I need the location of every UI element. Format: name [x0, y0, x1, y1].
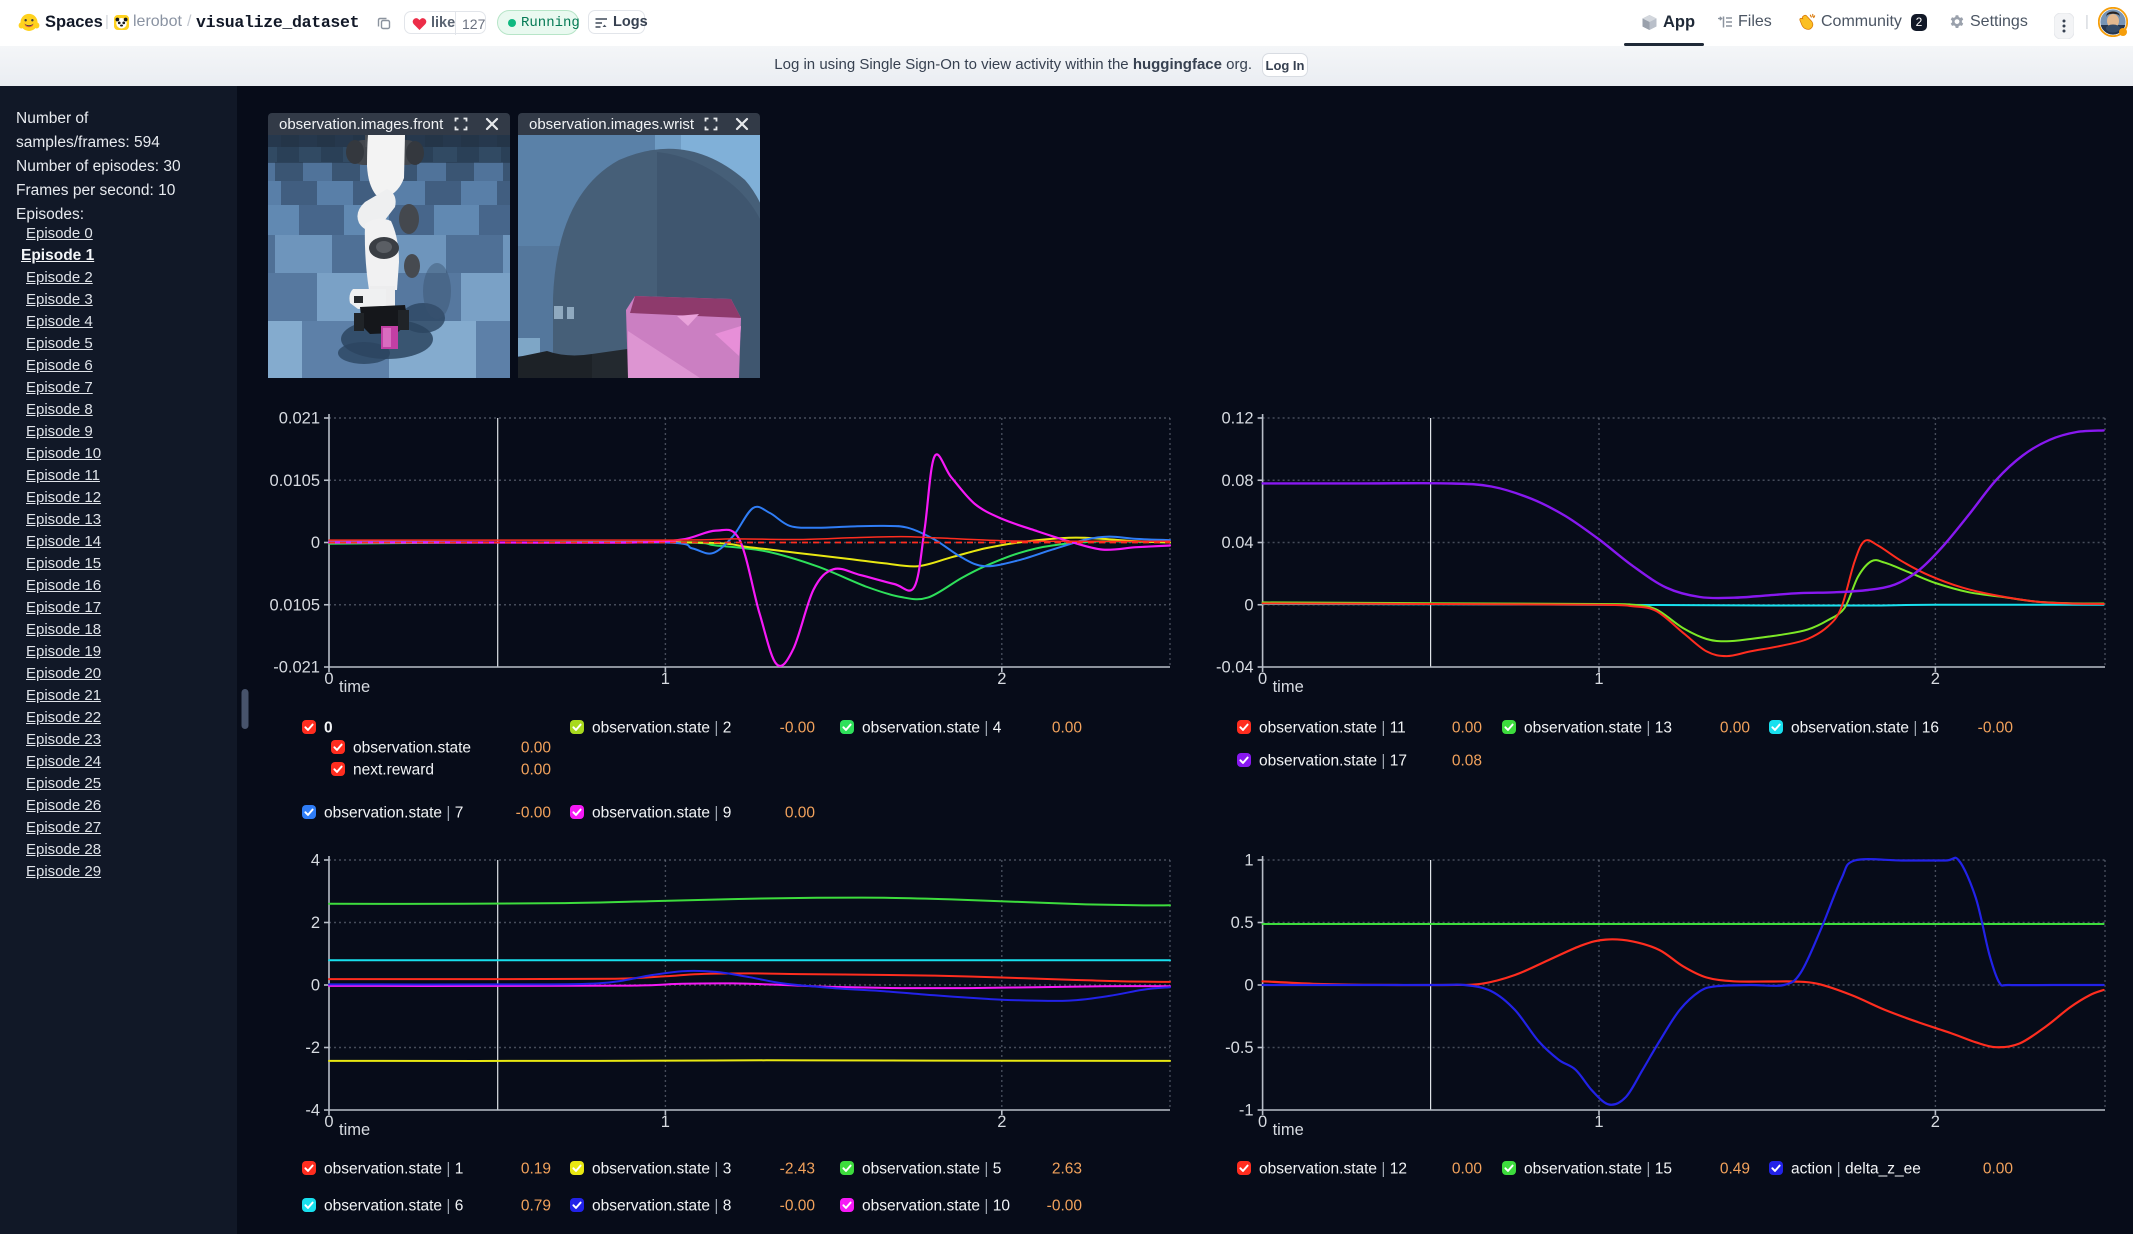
svg-text:0.00: 0.00 — [1983, 1161, 2014, 1178]
svg-text:-1: -1 — [1239, 1102, 1254, 1120]
svg-text:observation.state | 2: observation.state | 2 — [592, 720, 731, 737]
svg-text:time: time — [339, 678, 370, 696]
svg-text:observation.state | 15: observation.state | 15 — [1524, 1161, 1672, 1178]
svg-text:0.00: 0.00 — [1452, 720, 1483, 737]
svg-text:0.19: 0.19 — [521, 1161, 551, 1178]
svg-text:0: 0 — [311, 534, 320, 552]
svg-text:2: 2 — [1931, 670, 1940, 688]
svg-text:0.0105: 0.0105 — [270, 472, 320, 490]
svg-text:observation.state: observation.state — [353, 740, 471, 757]
svg-text:4: 4 — [311, 852, 320, 870]
svg-text:2: 2 — [1931, 1113, 1940, 1131]
svg-text:observation.state | 10: observation.state | 10 — [862, 1198, 1010, 1215]
svg-text:0.00: 0.00 — [521, 740, 552, 757]
svg-text:observation.state | 6: observation.state | 6 — [324, 1198, 463, 1215]
svg-text:2: 2 — [311, 914, 320, 932]
svg-text:0: 0 — [1244, 977, 1253, 995]
svg-text:0.0105: 0.0105 — [270, 596, 320, 614]
svg-text:0: 0 — [311, 977, 320, 995]
svg-text:observation.state | 8: observation.state | 8 — [592, 1198, 731, 1215]
svg-text:0: 0 — [1258, 1113, 1267, 1131]
svg-text:observation.state | 3: observation.state | 3 — [592, 1161, 731, 1178]
svg-text:action | delta_z_ee: action | delta_z_ee — [1791, 1161, 1921, 1178]
svg-text:0: 0 — [324, 720, 333, 737]
svg-text:0.00: 0.00 — [521, 762, 552, 779]
svg-text:observation.state | 4: observation.state | 4 — [862, 720, 1002, 737]
svg-text:-2: -2 — [305, 1039, 320, 1057]
svg-text:0: 0 — [1258, 670, 1267, 688]
svg-text:time: time — [339, 1121, 370, 1139]
svg-text:observation.state | 11: observation.state | 11 — [1259, 720, 1406, 737]
svg-text:0: 0 — [1244, 596, 1253, 614]
svg-text:0: 0 — [324, 1113, 333, 1131]
svg-text:1: 1 — [1594, 670, 1603, 688]
svg-text:0: 0 — [324, 670, 333, 688]
svg-text:next.reward: next.reward — [353, 762, 434, 779]
svg-text:1: 1 — [1244, 852, 1253, 870]
svg-text:observation.images.wrist: observation.images.wrist — [529, 116, 695, 133]
svg-text:time: time — [1273, 1121, 1304, 1139]
svg-text:time: time — [1273, 678, 1304, 696]
svg-text:0.12: 0.12 — [1221, 410, 1253, 428]
svg-text:-0.00: -0.00 — [780, 720, 816, 737]
svg-text:0.00: 0.00 — [785, 805, 816, 822]
svg-text:0.00: 0.00 — [1452, 1161, 1483, 1178]
svg-text:0.49: 0.49 — [1720, 1161, 1750, 1178]
svg-text:-0.5: -0.5 — [1225, 1039, 1253, 1057]
svg-text:0.5: 0.5 — [1231, 914, 1254, 932]
svg-text:-4: -4 — [305, 1102, 320, 1120]
svg-text:-0.00: -0.00 — [780, 1198, 816, 1215]
svg-text:1: 1 — [661, 670, 670, 688]
svg-text:0.00: 0.00 — [1720, 720, 1751, 737]
svg-text:observation.state | 12: observation.state | 12 — [1259, 1161, 1407, 1178]
svg-text:0.79: 0.79 — [521, 1198, 551, 1215]
svg-text:-0.021: -0.021 — [273, 659, 320, 677]
svg-text:observation.state | 9: observation.state | 9 — [592, 805, 731, 822]
svg-text:0.08: 0.08 — [1221, 472, 1253, 490]
svg-text:-0.00: -0.00 — [1047, 1198, 1083, 1215]
svg-text:0.08: 0.08 — [1452, 753, 1482, 770]
svg-text:observation.state | 7: observation.state | 7 — [324, 805, 463, 822]
svg-text:observation.state | 16: observation.state | 16 — [1791, 720, 1939, 737]
svg-text:2: 2 — [997, 1113, 1006, 1131]
svg-text:0.00: 0.00 — [1052, 720, 1083, 737]
svg-text:1: 1 — [661, 1113, 670, 1131]
svg-text:2: 2 — [997, 670, 1006, 688]
svg-text:-0.04: -0.04 — [1216, 659, 1254, 677]
svg-text:-0.00: -0.00 — [516, 805, 552, 822]
svg-text:observation.state | 17: observation.state | 17 — [1259, 753, 1407, 770]
svg-text:1: 1 — [1594, 1113, 1603, 1131]
svg-text:2.63: 2.63 — [1052, 1161, 1082, 1178]
svg-text:observation.state | 5: observation.state | 5 — [862, 1161, 1001, 1178]
svg-text:0.021: 0.021 — [279, 410, 320, 428]
svg-text:0.04: 0.04 — [1221, 534, 1253, 552]
svg-text:-0.00: -0.00 — [1978, 720, 2014, 737]
svg-text:observation.state | 1: observation.state | 1 — [324, 1161, 463, 1178]
svg-text:observation.state | 13: observation.state | 13 — [1524, 720, 1672, 737]
svg-text:observation.images.front: observation.images.front — [279, 116, 444, 133]
svg-text:-2.43: -2.43 — [780, 1161, 815, 1178]
